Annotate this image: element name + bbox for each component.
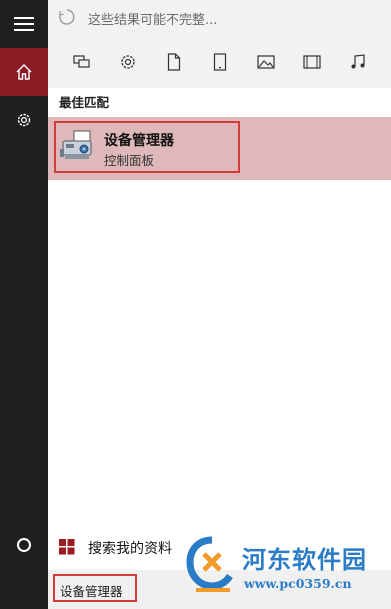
hamburger-icon — [14, 17, 34, 31]
gear-icon — [17, 113, 31, 127]
watermark-logo-icon — [186, 536, 233, 592]
device-manager-icon — [60, 130, 92, 159]
home-button[interactable] — [0, 48, 48, 96]
windows-logo-icon — [59, 539, 75, 555]
cortana-button[interactable] — [0, 521, 48, 569]
documents-icon — [167, 53, 181, 71]
status-bar: 这些结果可能不完整... — [48, 0, 391, 36]
filter-photos[interactable] — [254, 50, 278, 74]
cortana-circle-icon — [17, 538, 31, 552]
search-query-text[interactable]: 设备管理器 — [53, 574, 137, 602]
menu-button[interactable] — [0, 0, 48, 48]
photos-icon — [257, 55, 275, 69]
home-icon — [16, 64, 32, 80]
status-text: 这些结果可能不完整... — [88, 13, 218, 28]
sidebar — [0, 0, 48, 609]
videos-icon — [303, 55, 321, 69]
result-subtitle: 控制面板 — [104, 153, 155, 168]
filter-bar — [48, 36, 391, 88]
settings-button[interactable] — [0, 96, 48, 144]
filter-settings[interactable] — [116, 50, 140, 74]
filter-documents[interactable] — [162, 50, 186, 74]
filter-tablet[interactable] — [208, 50, 232, 74]
best-match-heading: 最佳匹配 — [59, 95, 110, 110]
filter-videos[interactable] — [300, 50, 324, 74]
watermark-brand: 河东软件园 — [242, 545, 367, 574]
loading-spinner-icon — [59, 9, 75, 25]
watermark-url: www.pc0359.cn — [244, 576, 352, 591]
music-icon — [351, 54, 365, 69]
apps-icon — [73, 55, 90, 68]
result-device-manager[interactable]: 设备管理器 控制面板 — [48, 117, 391, 180]
filter-apps[interactable] — [70, 50, 94, 74]
settings-icon — [121, 55, 135, 69]
tablet-icon — [213, 53, 227, 71]
search-my-stuff-label: 搜索我的资料 — [88, 541, 172, 557]
watermark: 河东软件园 www.pc0359.cn — [186, 534, 391, 604]
search-panel: 这些结果可能不完整... 最佳匹配 设备管理器 控制面板 搜索我的资料 设备管理… — [48, 0, 391, 609]
filter-music[interactable] — [346, 50, 370, 74]
result-title: 设备管理器 — [104, 133, 174, 149]
